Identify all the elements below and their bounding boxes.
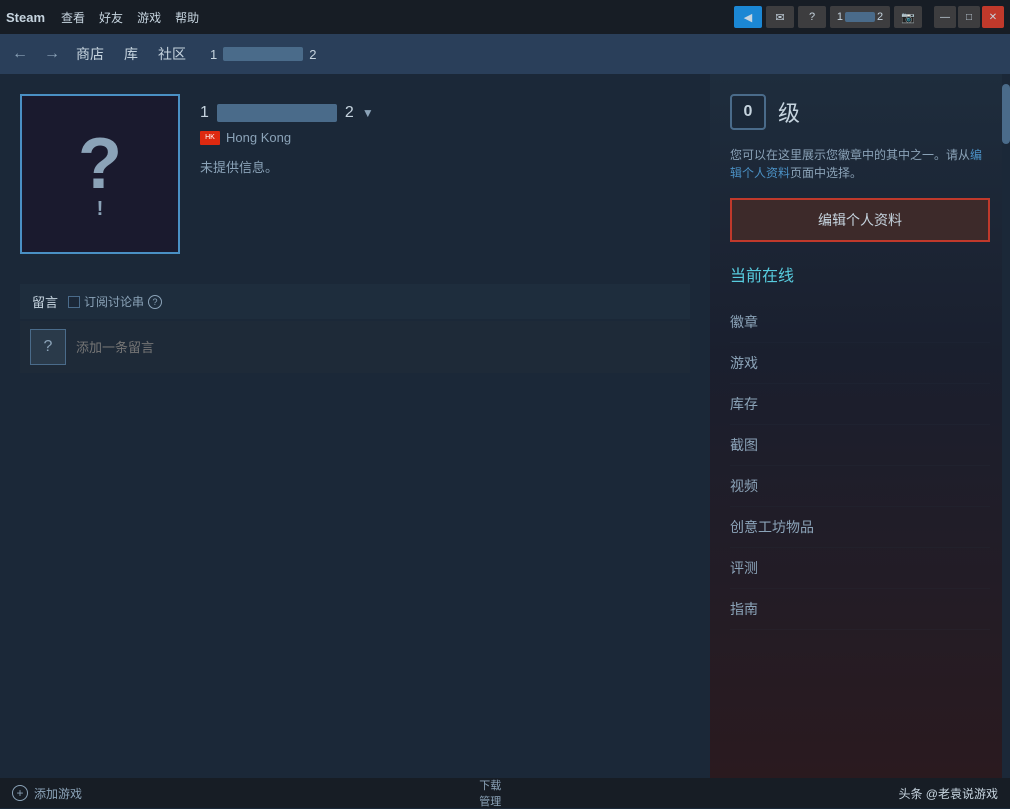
level-text: 级 bbox=[778, 96, 800, 128]
subscribe-label: 订阅讨论串 bbox=[84, 293, 144, 310]
nav-username-blur bbox=[223, 47, 303, 61]
badge-info-text2: 页面中选择。 bbox=[790, 166, 862, 180]
title-menu: 查看 好友 游戏 帮助 bbox=[61, 9, 199, 26]
country-row: HK Hong Kong bbox=[200, 130, 690, 145]
profile-info: 1 2 ▼ HK Hong Kong 未提供信息。 bbox=[200, 94, 690, 176]
profile-bio: 未提供信息。 bbox=[200, 157, 690, 176]
title-bar-right: ◀ ✉ ? 1 2 📷 — □ ✕ bbox=[734, 6, 1004, 28]
right-nav-reviews[interactable]: 评测 bbox=[730, 548, 990, 589]
right-nav-badges[interactable]: 徽章 bbox=[730, 302, 990, 343]
avatar-container: ? ! bbox=[20, 94, 180, 254]
profile-name-suffix: 2 bbox=[345, 104, 354, 122]
download-label: 下载 bbox=[479, 777, 501, 793]
broadcast-button[interactable]: ◀ bbox=[734, 6, 762, 28]
menu-games[interactable]: 游戏 bbox=[137, 9, 161, 26]
app-title: Steam bbox=[6, 10, 45, 25]
forward-arrow[interactable]: → bbox=[44, 45, 60, 63]
title-bar-left: Steam 查看 好友 游戏 帮助 bbox=[6, 9, 199, 26]
plus-icon: + bbox=[12, 785, 28, 801]
nav-bar: ← → 商店 库 社区 1 2 bbox=[0, 34, 1010, 74]
back-arrow[interactable]: ← bbox=[12, 45, 28, 63]
menu-view[interactable]: 查看 bbox=[61, 9, 85, 26]
comment-input[interactable] bbox=[76, 340, 680, 355]
nav-username-suffix: 2 bbox=[309, 47, 316, 62]
comment-header: 留言 订阅讨论串 ? bbox=[20, 284, 690, 319]
add-game-label: 添加游戏 bbox=[34, 785, 82, 802]
comment-title: 留言 bbox=[32, 292, 58, 311]
messages-button[interactable]: ✉ bbox=[766, 6, 794, 28]
profile-name-row: 1 2 ▼ bbox=[200, 104, 690, 122]
profile-name-blur bbox=[217, 104, 337, 122]
online-status: 当前在线 bbox=[730, 262, 990, 286]
country-name: Hong Kong bbox=[226, 130, 291, 145]
center-panel: ? ! 1 2 ▼ HK Hong Kong 未提供信息。 bbox=[0, 74, 710, 778]
download-section[interactable]: 下载 管理 bbox=[479, 777, 501, 809]
level-badge: 0 bbox=[730, 94, 766, 130]
bottom-bar: + 添加游戏 下载 管理 头条 @老袁说游戏 bbox=[0, 778, 1010, 808]
screenshot-button[interactable]: 📷 bbox=[894, 6, 922, 28]
user-level-button[interactable]: 1 2 bbox=[830, 6, 890, 28]
nav-links: 商店 库 社区 bbox=[76, 44, 186, 64]
avatar-inner: ? ! bbox=[78, 128, 122, 221]
nav-username-prefix: 1 bbox=[210, 47, 217, 62]
user-level-prefix: 1 bbox=[837, 11, 843, 23]
edit-profile-button[interactable]: 编辑个人资料 bbox=[730, 198, 990, 242]
avatar-question-mark: ? bbox=[78, 128, 122, 200]
right-panel: 0 级 您可以在这里展示您徽章中的其中之一。请从编辑个人资料页面中选择。 编辑个… bbox=[710, 74, 1010, 778]
profile-name-prefix: 1 bbox=[200, 104, 209, 122]
scrollbar[interactable] bbox=[1002, 74, 1010, 778]
window-controls: — □ ✕ bbox=[934, 6, 1004, 28]
right-nav: 徽章 游戏 库存 截图 视频 创意工坊物品 评测 指南 bbox=[730, 302, 990, 630]
menu-help[interactable]: 帮助 bbox=[175, 9, 199, 26]
minimize-button[interactable]: — bbox=[934, 6, 956, 28]
flag-hongkong: HK bbox=[200, 131, 220, 145]
right-nav-screenshots[interactable]: 截图 bbox=[730, 425, 990, 466]
nav-user: 1 2 bbox=[210, 47, 316, 62]
right-nav-inventory[interactable]: 库存 bbox=[730, 384, 990, 425]
close-button[interactable]: ✕ bbox=[982, 6, 1004, 28]
add-game-button[interactable]: + 添加游戏 bbox=[12, 785, 82, 802]
help-icon[interactable]: ? bbox=[148, 295, 162, 309]
badge-info: 您可以在这里展示您徽章中的其中之一。请从编辑个人资料页面中选择。 bbox=[730, 146, 990, 182]
nav-library[interactable]: 库 bbox=[124, 44, 138, 64]
comment-input-row: ? bbox=[20, 321, 690, 373]
badge-info-text: 您可以在这里展示您徽章中的其中之一。请从 bbox=[730, 148, 970, 162]
right-nav-games[interactable]: 游戏 bbox=[730, 343, 990, 384]
avatar-exclamation-mark: ! bbox=[97, 198, 104, 221]
comment-section: 留言 订阅讨论串 ? ? bbox=[20, 284, 690, 373]
user-level-suffix: 2 bbox=[877, 11, 883, 23]
title-bar: Steam 查看 好友 游戏 帮助 ◀ ✉ ? 1 2 📷 — □ ✕ bbox=[0, 0, 1010, 34]
user-level-blur bbox=[845, 12, 875, 22]
right-nav-guides[interactable]: 指南 bbox=[730, 589, 990, 630]
profile-dropdown-arrow[interactable]: ▼ bbox=[362, 106, 374, 120]
download-sub-label: 管理 bbox=[479, 793, 501, 809]
nav-store[interactable]: 商店 bbox=[76, 44, 104, 64]
nav-community[interactable]: 社区 bbox=[158, 44, 186, 64]
scrollbar-thumb[interactable] bbox=[1002, 84, 1010, 144]
comment-subscribe: 订阅讨论串 ? bbox=[68, 293, 162, 310]
right-nav-workshop[interactable]: 创意工坊物品 bbox=[730, 507, 990, 548]
comment-avatar: ? bbox=[30, 329, 66, 365]
profile-section: ? ! 1 2 ▼ HK Hong Kong 未提供信息。 bbox=[20, 94, 690, 254]
menu-friends[interactable]: 好友 bbox=[99, 9, 123, 26]
main-content: ? ! 1 2 ▼ HK Hong Kong 未提供信息。 bbox=[0, 74, 1010, 778]
subscribe-checkbox[interactable] bbox=[68, 296, 80, 308]
watermark: 头条 @老袁说游戏 bbox=[898, 785, 998, 802]
maximize-button[interactable]: □ bbox=[958, 6, 980, 28]
right-nav-videos[interactable]: 视频 bbox=[730, 466, 990, 507]
level-section: 0 级 bbox=[730, 94, 990, 130]
help-button[interactable]: ? bbox=[798, 6, 826, 28]
